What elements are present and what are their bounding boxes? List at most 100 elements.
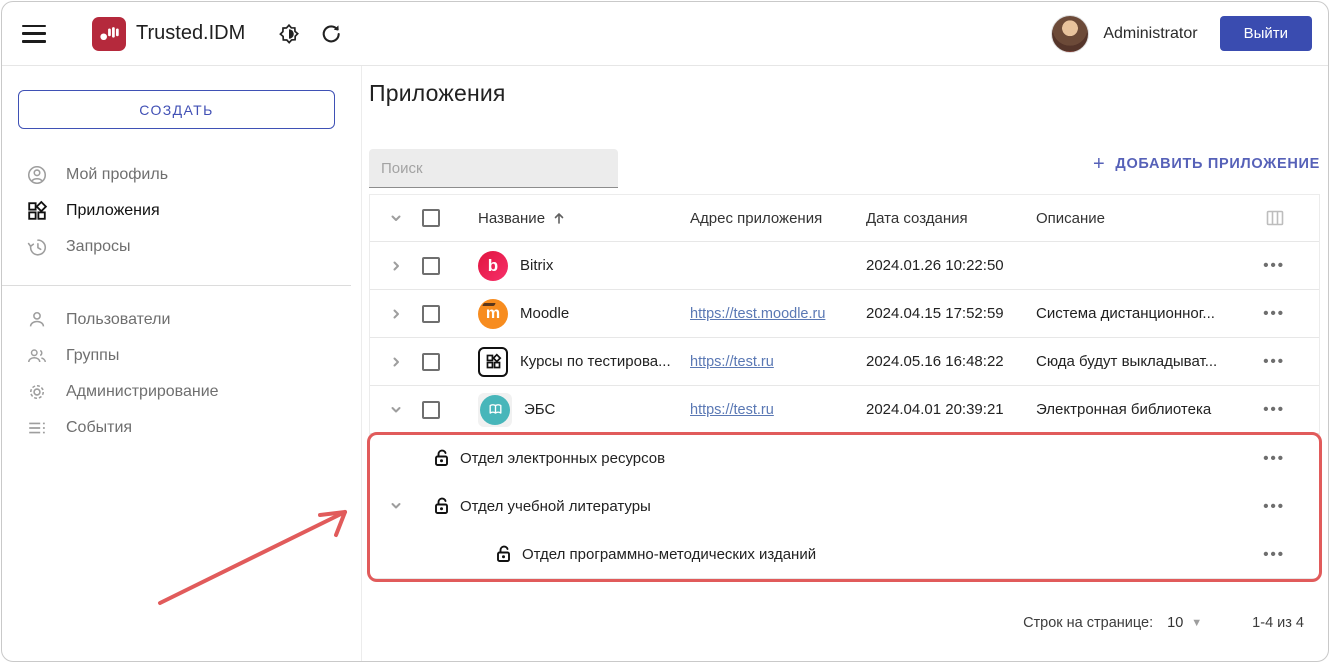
applications-table: Название Адрес приложения Дата создания …: [369, 194, 1320, 579]
gear-icon: [26, 381, 48, 403]
table-row: m Moodle https://test.moodle.ru 2024.04.1…: [370, 290, 1319, 338]
create-button[interactable]: СОЗДАТЬ: [18, 90, 335, 129]
row-checkbox[interactable]: [422, 401, 440, 419]
row-actions-button[interactable]: •••: [1263, 306, 1285, 321]
app-name: Курсы по тестирова...: [520, 353, 671, 370]
sidebar-divider: [2, 285, 351, 286]
row-checkbox[interactable]: [422, 353, 440, 371]
table-row: Курсы по тестирова... https://test.ru 20…: [370, 338, 1319, 386]
app-name: ЭБС: [524, 401, 555, 418]
sidebar: СОЗДАТЬ Мой профиль Приложения: [2, 66, 362, 662]
history-icon: [26, 236, 48, 258]
page-title: Приложения: [369, 80, 1320, 107]
menu-icon[interactable]: [22, 25, 46, 43]
user-icon: [26, 309, 48, 331]
plus-icon: +: [1093, 154, 1105, 174]
add-application-button[interactable]: + ДОБАВИТЬ ПРИЛОЖЕНИЕ: [1093, 154, 1320, 174]
child-row: Отдел электронных ресурсов •••: [370, 434, 1319, 482]
profile-icon: [26, 164, 48, 186]
sidebar-item-events[interactable]: События: [2, 410, 361, 446]
pagination: Строк на странице: 10 ▼ 1-4 из 4: [369, 615, 1320, 631]
sidebar-item-label: Мой профиль: [66, 166, 168, 184]
row-actions-button[interactable]: •••: [1263, 451, 1285, 466]
table-header-row: Название Адрес приложения Дата создания …: [370, 195, 1319, 242]
sidebar-item-label: Приложения: [66, 202, 160, 220]
app-address-link[interactable]: https://test.ru: [690, 402, 774, 418]
expanded-children-group: Отдел электронных ресурсов ••• Отдел уче…: [370, 434, 1319, 578]
ebs-logo-icon: [480, 395, 510, 425]
row-actions-button[interactable]: •••: [1263, 499, 1285, 514]
app-description: Электронная библиотека: [1036, 401, 1248, 418]
org-unit-label: Отдел учебной литературы: [460, 498, 651, 515]
app-created: 2024.01.26 10:22:50: [866, 257, 1036, 274]
sidebar-item-my-profile[interactable]: Мой профиль: [2, 157, 361, 193]
row-checkbox[interactable]: [422, 257, 440, 275]
app-description: Система дистанционног...: [1036, 305, 1248, 322]
sidebar-item-label: Пользователи: [66, 311, 170, 329]
sort-asc-icon: [551, 210, 567, 226]
app-name: Bitrix: [520, 257, 553, 274]
select-all-checkbox[interactable]: [422, 209, 440, 227]
row-collapse-chevron-icon[interactable]: [370, 498, 422, 514]
app-created: 2024.04.01 20:39:21: [866, 401, 1036, 418]
apps-icon: [26, 200, 48, 222]
sidebar-item-applications[interactable]: Приложения: [2, 193, 361, 229]
row-actions-button[interactable]: •••: [1263, 547, 1285, 562]
search-input[interactable]: [369, 149, 618, 188]
app-address-link[interactable]: https://test.moodle.ru: [690, 306, 825, 322]
org-unit-label: Отдел программно-методических изданий: [522, 546, 816, 563]
row-checkbox[interactable]: [422, 305, 440, 323]
table-row: ЭБС https://test.ru 2024.04.01 20:39:21 …: [370, 386, 1319, 434]
table-row: b Bitrix 2024.01.26 10:22:50 •••: [370, 242, 1319, 290]
username: Administrator: [1103, 25, 1197, 43]
sidebar-item-label: Запросы: [66, 238, 131, 256]
moodle-logo-icon: m: [478, 299, 508, 329]
groups-icon: [26, 345, 48, 367]
trusted-idm-logo-icon: [92, 17, 126, 51]
sidebar-item-label: Группы: [66, 347, 119, 365]
logout-button[interactable]: Выйти: [1220, 16, 1312, 51]
row-expand-chevron-icon[interactable]: [370, 306, 422, 322]
sidebar-item-label: События: [66, 419, 132, 437]
refresh-icon[interactable]: [319, 22, 343, 46]
chevron-down-icon: ▼: [1191, 617, 1202, 629]
columns-icon: [1265, 208, 1285, 228]
app-created: 2024.05.16 16:48:22: [866, 353, 1036, 370]
bitrix-logo-icon: b: [478, 251, 508, 281]
pagination-range: 1-4 из 4: [1252, 615, 1304, 631]
app-address-link[interactable]: https://test.ru: [690, 354, 774, 370]
expand-all-chevron-icon[interactable]: [370, 210, 422, 226]
row-expand-chevron-icon[interactable]: [370, 258, 422, 274]
theme-toggle-icon[interactable]: [277, 22, 301, 46]
column-header-address: Адрес приложения: [690, 210, 866, 227]
app-name: Moodle: [520, 305, 569, 322]
app-created: 2024.04.15 17:52:59: [866, 305, 1036, 322]
rows-per-page-label: Строк на странице:: [1023, 615, 1153, 631]
lock-open-icon: [432, 496, 452, 516]
row-expand-chevron-icon[interactable]: [370, 354, 422, 370]
column-header-created: Дата создания: [866, 210, 1036, 227]
row-actions-button[interactable]: •••: [1263, 354, 1285, 369]
child-row: Отдел программно-методических изданий ••…: [370, 530, 1319, 578]
columns-settings-button[interactable]: [1248, 208, 1319, 228]
topbar: Trusted.IDM Administrator Выйти: [2, 2, 1328, 66]
column-header-name[interactable]: Название: [478, 210, 690, 227]
avatar[interactable]: [1051, 15, 1089, 53]
courses-logo-icon: [478, 347, 508, 377]
sidebar-item-requests[interactable]: Запросы: [2, 229, 361, 265]
lock-open-icon: [494, 544, 514, 564]
org-unit-label: Отдел электронных ресурсов: [460, 450, 665, 467]
row-actions-button[interactable]: •••: [1263, 258, 1285, 273]
rows-per-page-select[interactable]: 10 ▼: [1167, 615, 1202, 631]
sidebar-item-label: Администрирование: [66, 383, 219, 401]
sidebar-item-groups[interactable]: Группы: [2, 338, 361, 374]
sidebar-item-users[interactable]: Пользователи: [2, 302, 361, 338]
sidebar-item-administration[interactable]: Администрирование: [2, 374, 361, 410]
column-header-description: Описание: [1036, 210, 1248, 227]
events-list-icon: [26, 417, 48, 439]
app-description: Сюда будут выкладыват...: [1036, 353, 1248, 370]
lock-open-icon: [432, 448, 452, 468]
row-actions-button[interactable]: •••: [1263, 402, 1285, 417]
row-collapse-chevron-icon[interactable]: [370, 402, 422, 418]
app-title: Trusted.IDM: [136, 22, 245, 45]
